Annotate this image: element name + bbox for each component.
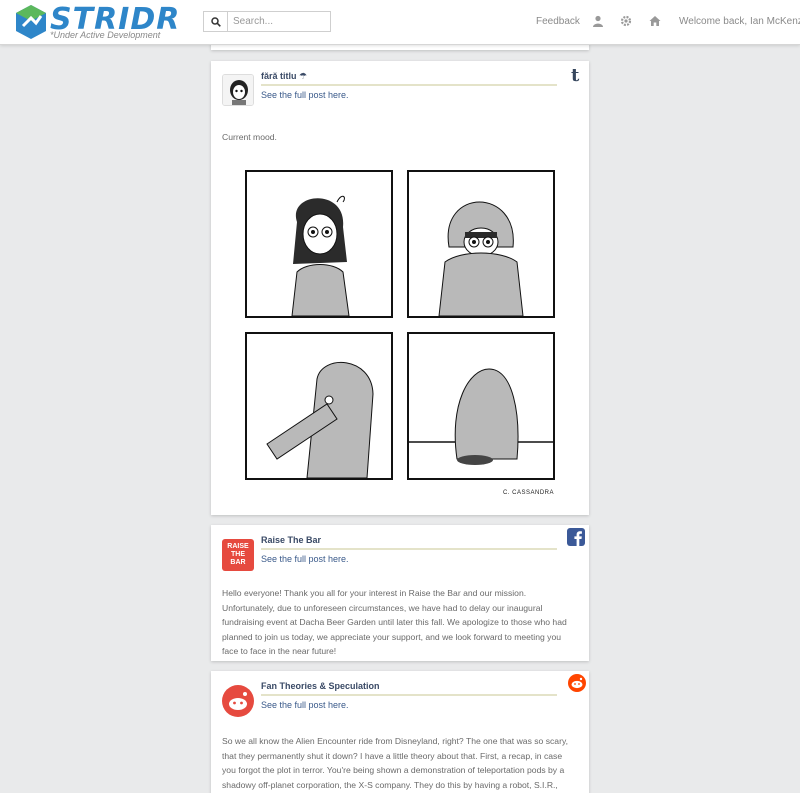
post-card-facebook: RAISE THE BAR Raise The Bar See the full… [211, 525, 589, 661]
avatar[interactable] [222, 685, 254, 717]
comic-panel-4 [407, 332, 555, 480]
avatar[interactable] [222, 74, 254, 106]
post-title[interactable]: Fan Theories & Speculation [261, 681, 380, 691]
comic-credit: C. CASSANDRA [502, 490, 554, 496]
feedback-link[interactable]: Feedback [536, 16, 580, 27]
logo-hexagon-icon [16, 5, 46, 39]
divider [261, 548, 557, 550]
post-title[interactable]: fără titlu ☂ [261, 71, 307, 82]
reddit-icon[interactable] [568, 674, 586, 692]
tumblr-icon[interactable]: t [571, 65, 583, 83]
post-body: Hello everyone! Thank you all for your i… [222, 588, 567, 656]
divider [261, 694, 557, 696]
post-card-reddit: Fan Theories & Speculation See the full … [211, 671, 589, 793]
full-post-link[interactable]: See the full post here. [261, 90, 349, 100]
stridr-logo[interactable]: STRIDR *Under Active Development [14, 2, 179, 42]
post-body: So we all know the Alien Encounter ride … [222, 736, 568, 790]
user-icon[interactable] [592, 15, 604, 27]
comic-panel-2 [407, 170, 555, 318]
avatar-image [223, 75, 253, 105]
top-nav-bar: STRIDR *Under Active Development Feedbac… [0, 0, 800, 45]
post-card-tumblr: fără titlu ☂ See the full post here. t C… [211, 61, 589, 515]
search-button[interactable] [204, 12, 228, 31]
post-title[interactable]: Raise The Bar [261, 535, 321, 545]
full-post-link[interactable]: See the full post here. [261, 554, 349, 564]
comic-panel-1 [245, 170, 393, 318]
gear-icon[interactable] [620, 15, 632, 27]
full-post-link[interactable]: See the full post here. [261, 700, 349, 710]
search-icon [210, 16, 221, 27]
welcome-text: Welcome back, Ian McKenzie [679, 16, 800, 27]
comic-image: C. CASSANDRA [245, 170, 557, 496]
home-icon[interactable] [649, 15, 661, 27]
reddit-alien-icon [222, 685, 254, 717]
divider [261, 84, 557, 86]
facebook-icon[interactable] [567, 528, 585, 546]
avatar[interactable]: RAISE THE BAR [222, 539, 254, 571]
search-input[interactable] [228, 12, 330, 31]
comic-panel-3 [245, 332, 393, 480]
search-box [203, 11, 331, 32]
logo-subtitle: *Under Active Development [50, 30, 161, 40]
post-body: Current mood. [222, 132, 277, 142]
svg-text:t: t [571, 65, 580, 83]
avatar-text: RAISE THE BAR [227, 543, 249, 566]
